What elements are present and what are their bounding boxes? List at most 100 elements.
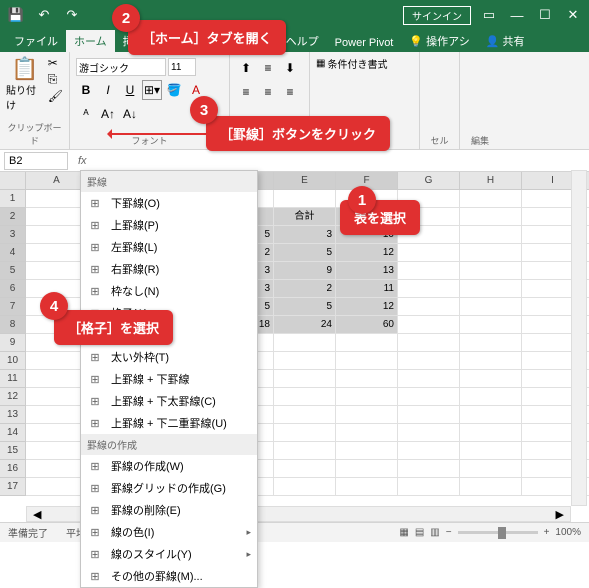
cell[interactable] — [26, 352, 88, 370]
vertical-scrollbar[interactable] — [571, 170, 587, 506]
redo-icon[interactable]: ↷ — [62, 5, 82, 25]
col-header-H[interactable]: H — [460, 172, 522, 190]
dd-more-borders[interactable]: ⊞その他の罫線(M)... — [81, 565, 257, 587]
dd-item[interactable]: ⊞太い外枠(T) — [81, 346, 257, 368]
cell[interactable]: 合計 — [274, 208, 336, 226]
ribbon-options-icon[interactable]: ▭ — [479, 5, 499, 25]
row-header-7[interactable]: 7 — [0, 298, 26, 316]
cell[interactable] — [274, 352, 336, 370]
cell[interactable] — [274, 442, 336, 460]
dd-item[interactable]: ⊞上罫線 + 下太罫線(C) — [81, 390, 257, 412]
dd-item[interactable]: ⊞右罫線(R) — [81, 258, 257, 280]
cell[interactable] — [336, 352, 398, 370]
cell[interactable] — [26, 190, 88, 208]
cell[interactable] — [336, 370, 398, 388]
cell[interactable] — [26, 262, 88, 280]
align-left-icon[interactable]: ≡ — [236, 82, 256, 102]
row-header-12[interactable]: 12 — [0, 388, 26, 406]
format-painter-icon[interactable]: 🖌 — [48, 89, 63, 103]
cell[interactable] — [274, 424, 336, 442]
cell[interactable] — [336, 388, 398, 406]
undo-icon[interactable]: ↶ — [34, 5, 54, 25]
cell[interactable] — [274, 478, 336, 496]
row-header-9[interactable]: 9 — [0, 334, 26, 352]
row-header-3[interactable]: 3 — [0, 226, 26, 244]
minimize-icon[interactable]: — — [507, 5, 527, 25]
fill-color-button[interactable]: 🪣 — [164, 80, 184, 100]
cell[interactable] — [26, 424, 88, 442]
fx-icon[interactable]: fx — [72, 155, 93, 167]
zoom-level[interactable]: 100% — [555, 527, 581, 538]
select-all-corner[interactable] — [0, 172, 26, 190]
cell[interactable] — [460, 388, 522, 406]
copy-icon[interactable]: ⎘ — [48, 72, 63, 87]
font-size-select[interactable] — [168, 58, 196, 76]
dd-item[interactable]: ⊞罫線の作成(W) — [81, 455, 257, 477]
italic-button[interactable]: I — [98, 80, 118, 100]
cell[interactable]: 12 — [336, 244, 398, 262]
cell[interactable] — [398, 460, 460, 478]
row-header-5[interactable]: 5 — [0, 262, 26, 280]
zoom-out-icon[interactable]: − — [446, 527, 452, 538]
cell[interactable] — [398, 406, 460, 424]
cell[interactable] — [336, 424, 398, 442]
cell[interactable] — [26, 226, 88, 244]
cell[interactable] — [274, 190, 336, 208]
cell[interactable] — [460, 298, 522, 316]
row-header-11[interactable]: 11 — [0, 370, 26, 388]
align-middle-icon[interactable]: ≡ — [258, 58, 278, 78]
cell[interactable] — [398, 334, 460, 352]
cell[interactable] — [336, 334, 398, 352]
dd-item[interactable]: ⊞上罫線 + 下罫線 — [81, 368, 257, 390]
cell[interactable] — [274, 388, 336, 406]
cell[interactable] — [26, 478, 88, 496]
cell[interactable] — [460, 352, 522, 370]
cell[interactable] — [460, 442, 522, 460]
col-header-A[interactable]: A — [26, 172, 88, 190]
dd-item[interactable]: ⊞下罫線(O) — [81, 192, 257, 214]
row-header-15[interactable]: 15 — [0, 442, 26, 460]
cell[interactable] — [26, 388, 88, 406]
cell[interactable] — [460, 478, 522, 496]
dd-item[interactable]: ⊞線の色(I) — [81, 521, 257, 543]
dd-item[interactable]: ⊞左罫線(L) — [81, 236, 257, 258]
cell[interactable]: 13 — [336, 262, 398, 280]
cond-format-button[interactable]: ▦ 条件付き書式 — [316, 56, 413, 71]
cell[interactable] — [398, 262, 460, 280]
zoom-in-icon[interactable]: + — [544, 527, 550, 538]
align-right-icon[interactable]: ≡ — [280, 82, 300, 102]
align-bottom-icon[interactable]: ⬇ — [280, 58, 300, 78]
align-top-icon[interactable]: ⬆ — [236, 58, 256, 78]
zoom-slider[interactable] — [458, 531, 538, 534]
cell[interactable]: 60 — [336, 316, 398, 334]
close-icon[interactable]: ✕ — [563, 5, 583, 25]
cell[interactable] — [26, 208, 88, 226]
name-box[interactable] — [4, 152, 68, 170]
tab-share[interactable]: 👤 共有 — [478, 30, 533, 52]
row-header-17[interactable]: 17 — [0, 478, 26, 496]
cell[interactable] — [398, 388, 460, 406]
maximize-icon[interactable]: ☐ — [535, 5, 555, 25]
row-header-10[interactable]: 10 — [0, 352, 26, 370]
cell[interactable] — [336, 478, 398, 496]
cell[interactable] — [274, 460, 336, 478]
cell[interactable] — [398, 370, 460, 388]
cell[interactable] — [460, 334, 522, 352]
formula-input[interactable] — [93, 152, 589, 170]
col-header-G[interactable]: G — [398, 172, 460, 190]
cell[interactable] — [460, 226, 522, 244]
cell[interactable] — [460, 316, 522, 334]
cell[interactable]: 9 — [274, 262, 336, 280]
cell[interactable]: 11 — [336, 280, 398, 298]
ruby-button[interactable]: ᴬ — [76, 104, 96, 124]
cell[interactable] — [26, 406, 88, 424]
save-icon[interactable]: 💾 — [6, 5, 26, 25]
dd-item[interactable]: ⊞枠なし(N) — [81, 280, 257, 302]
row-header-13[interactable]: 13 — [0, 406, 26, 424]
bold-button[interactable]: B — [76, 80, 96, 100]
cell[interactable] — [398, 280, 460, 298]
cell[interactable]: 3 — [274, 226, 336, 244]
dd-item[interactable]: ⊞罫線の削除(E) — [81, 499, 257, 521]
cell[interactable] — [460, 190, 522, 208]
cell[interactable] — [398, 316, 460, 334]
